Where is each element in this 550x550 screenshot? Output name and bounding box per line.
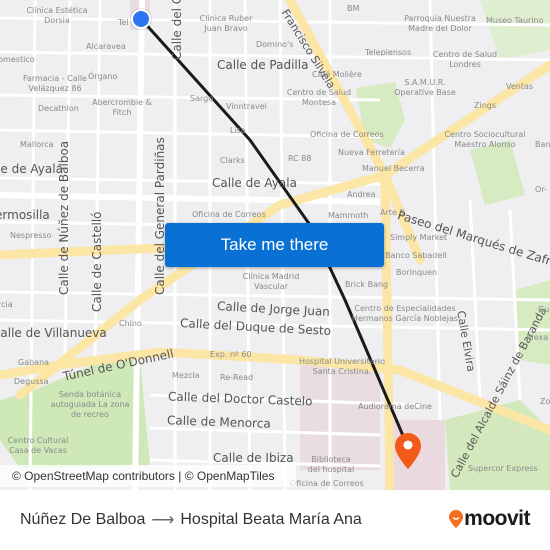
poi-label: Abercrombie & Fitch: [92, 98, 152, 117]
poi-label: Centro Cultural Casa de Vacas: [7, 436, 69, 455]
poi-label: Tel: [118, 18, 129, 27]
poi-label: Centro Sociocultural Maestro Alonso: [444, 130, 526, 149]
poi-label: Audiorama deCine: [358, 402, 432, 411]
street-label: Calle del General Pardiñas: [153, 137, 167, 295]
poi-label: Ventas: [506, 82, 534, 91]
poi-label: S.A.M.U.R. Operative Base: [394, 78, 456, 97]
poi-label: Clínica Madrid Vascular: [242, 272, 300, 291]
poi-label: Mammoth: [328, 211, 369, 220]
poi-label: Alexa: [526, 333, 549, 342]
poi-label: Oficina de Correos: [310, 130, 384, 139]
poi-label: Museo Taurino: [486, 16, 544, 25]
poi-label: Supercor Express: [468, 464, 538, 473]
poi-label: Gu: [538, 305, 550, 314]
poi-label: Zo: [540, 397, 550, 406]
poi-label: Decathlon: [38, 104, 79, 113]
poi-label: Oficina de Correos: [290, 479, 364, 488]
origin-name: Núñez De Balboa: [20, 511, 146, 528]
poi-label: Degussa: [14, 377, 49, 386]
poi-label: Borinquen: [396, 268, 438, 277]
take-me-there-button[interactable]: Take me there: [165, 223, 384, 267]
street-label: Hermosilla: [0, 208, 50, 222]
poi-label: Domino's: [256, 40, 294, 49]
poi-label: Chino: [119, 319, 142, 328]
origin-marker[interactable]: [131, 9, 151, 29]
poi-label: Farmacia - Calle Velázquez 86: [23, 74, 87, 93]
destination-name: Hospital Beata María Ana: [180, 511, 362, 528]
destination-pin-icon[interactable]: [395, 433, 421, 469]
street-label: Calle de Padilla: [217, 58, 309, 72]
poi-label: Lisa: [230, 126, 246, 135]
brand-name: moovit: [464, 507, 530, 530]
poi-label: Parroquia Nuestra Madre del Dolor: [404, 14, 476, 33]
street-label: Calle de Castelló: [90, 211, 104, 313]
poi-label: Clarks: [220, 156, 245, 165]
poi-label: BM: [347, 4, 360, 13]
poi-label: Nueva Ferretería: [338, 148, 405, 157]
poi-label: Órgano: [88, 72, 118, 81]
poi-label: Mezcla: [172, 371, 200, 380]
poi-label: Clínica Ruber Juan Bravo: [199, 14, 253, 33]
map-attribution[interactable]: © OpenStreetMap contributors | © OpenMap…: [0, 465, 296, 487]
map-view[interactable]: Calle de Padilla Calle de Ayala Calle de…: [0, 0, 550, 490]
poi-label: Manuel Becerra: [362, 164, 425, 173]
route-summary: Núñez De Balboa ⟶ Hospital Beata María A…: [20, 510, 362, 530]
street-label: Calle de Villanueva: [0, 326, 107, 340]
poi-label: Senda botánica autoguiada La zona de rec…: [50, 390, 130, 419]
poi-label: Ban: [535, 140, 550, 149]
poi-label: Banco Sabadell: [385, 251, 447, 260]
poi-label: rcia: [0, 300, 13, 309]
poi-label: Brick Bang: [345, 280, 389, 289]
poi-label: Mallorca: [20, 140, 54, 149]
street-label: Calle de Ayala: [0, 162, 63, 176]
poi-label: Clínica Estética Dorsia: [26, 6, 88, 25]
moovit-logo[interactable]: moovit: [449, 507, 530, 531]
street-label: Calle de Ayala: [212, 176, 297, 190]
poi-label: RC 88: [288, 154, 312, 163]
poi-label: Biblioteca del hospital: [307, 455, 355, 474]
street-label: Calle de Núñez de Balboa: [57, 140, 71, 295]
footer: Núñez De Balboa ⟶ Hospital Beata María A…: [0, 490, 550, 550]
poi-label: Arte 9: [380, 208, 405, 217]
arrow-right-icon: ⟶: [151, 512, 175, 529]
poi-label: Centro de Especialidades Hermanos García…: [351, 304, 459, 323]
poi-label: Oficina de Correos: [192, 210, 266, 219]
poi-label: Hospital Universitario Santa Cristina.: [298, 357, 386, 376]
poi-label: Simply Market: [390, 233, 448, 242]
poi-label: Sargo: [190, 94, 214, 103]
poi-label: Café Molière: [312, 70, 362, 79]
poi-label: Andrea: [347, 190, 376, 199]
poi-label: Centro de Salud Montesa: [286, 88, 352, 107]
moovit-pin-icon: [449, 510, 464, 528]
poi-label: Gabana: [18, 358, 50, 367]
poi-label: Vinntravel: [226, 102, 267, 111]
poi-label: Re-Read: [220, 373, 254, 382]
poi-label: Domestico: [0, 55, 35, 64]
poi-label: Nespresso: [10, 231, 52, 240]
street-label: Calle del General: [170, 0, 184, 60]
poi-label: Telepiensos: [365, 48, 412, 57]
poi-label: Or-: [535, 185, 547, 194]
poi-label: Zings: [474, 101, 497, 110]
poi-label: Centro de Salud Londres: [432, 50, 498, 69]
street-label: Calle de Ibiza: [213, 451, 294, 465]
poi-label: Alcaravea: [86, 42, 126, 51]
poi-label: Exp. nº 60: [210, 350, 252, 359]
